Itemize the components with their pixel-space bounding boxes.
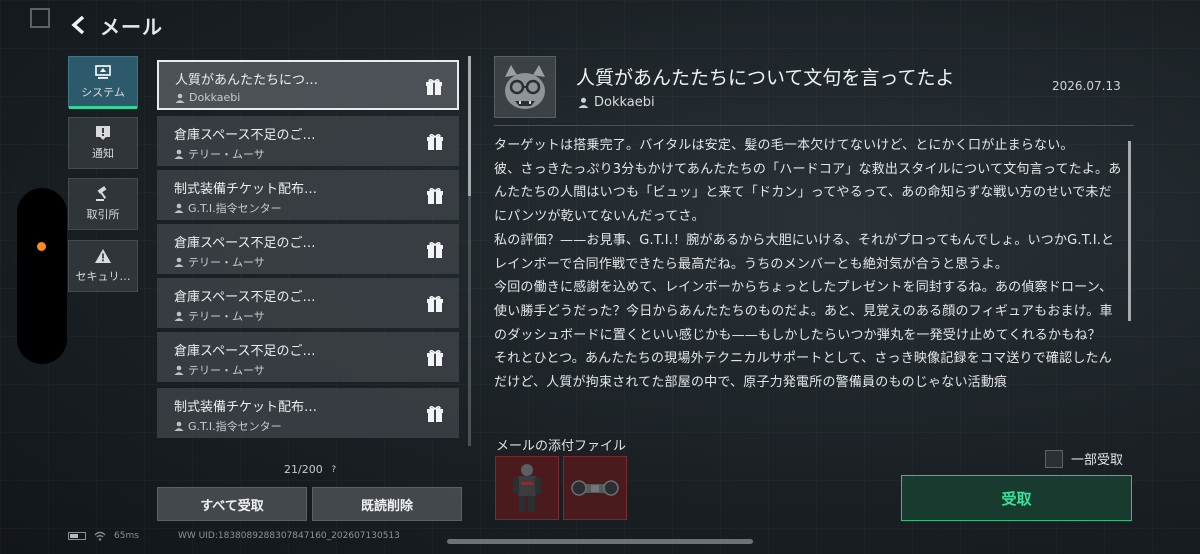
gift-icon bbox=[426, 78, 442, 95]
warning-icon bbox=[94, 248, 112, 264]
alert-icon bbox=[94, 125, 112, 141]
partial-claim-checkbox[interactable] bbox=[1045, 449, 1063, 468]
mail-subject: 制式装備チケット配布… bbox=[174, 182, 318, 197]
dokkaebi-avatar-icon bbox=[495, 57, 555, 117]
claim-all-button[interactable]: すべて受取 bbox=[157, 487, 307, 521]
gift-icon bbox=[427, 295, 443, 312]
divider bbox=[494, 125, 1134, 126]
mail-sender: G.T.I.指令センター bbox=[174, 200, 458, 216]
mail-detail-sender-name: Dokkaebi bbox=[594, 95, 655, 110]
mail-subject: 人質があんたたちにつ… bbox=[175, 73, 319, 88]
person-icon bbox=[175, 93, 185, 103]
delete-read-button[interactable]: 既読削除 bbox=[312, 487, 462, 521]
status-bar: 65ms bbox=[68, 531, 139, 541]
mail-count-value: 21/200 bbox=[284, 463, 323, 476]
person-icon bbox=[174, 149, 184, 159]
page-title: メール bbox=[100, 14, 163, 39]
home-indicator[interactable] bbox=[447, 539, 753, 544]
mail-sender-name: テリー・ムーサ bbox=[188, 148, 265, 161]
mail-sender-name: Dokkaebi bbox=[189, 91, 241, 104]
mail-subject: 倉庫スペース不足のご… bbox=[174, 290, 316, 305]
mail-detail-subject: 人質があんたたちについて文句を言ってたよ bbox=[576, 67, 955, 89]
person-icon bbox=[174, 311, 184, 321]
mail-sender: テリー・ムーサ bbox=[174, 254, 458, 270]
indicator-dot bbox=[37, 242, 46, 251]
tab-exchange-label: 取引所 bbox=[86, 208, 120, 221]
mail-body: ターゲットは搭乗完了。バイタルは安定、髪の毛一本欠けてないけど、とにかく口が止ま… bbox=[494, 138, 1122, 391]
mail-subject: 制式装備チケット配布… bbox=[174, 400, 318, 415]
tab-system-label: システム bbox=[81, 86, 125, 99]
mail-item[interactable]: 倉庫スペース不足のご… テリー・ムーサ bbox=[157, 278, 459, 328]
mail-item[interactable]: 制式装備チケット配布… G.T.I.指令センター bbox=[157, 170, 459, 220]
gift-icon bbox=[427, 405, 443, 422]
battery-icon bbox=[68, 532, 86, 540]
header: メール bbox=[68, 10, 163, 40]
tab-notice[interactable]: 通知 bbox=[68, 117, 138, 169]
corner-frame-icon bbox=[30, 8, 50, 28]
mail-sender-name: テリー・ムーサ bbox=[188, 364, 265, 377]
person-icon bbox=[174, 257, 184, 267]
tab-security[interactable]: セキュリ… bbox=[68, 240, 138, 292]
mail-subject: 倉庫スペース不足のご… bbox=[174, 344, 316, 359]
mail-item[interactable]: 倉庫スペース不足のご… テリー・ムーサ bbox=[157, 116, 459, 166]
mail-subject: 倉庫スペース不足のご… bbox=[174, 128, 316, 143]
ping-value: 65ms bbox=[114, 531, 139, 541]
mail-item[interactable]: 倉庫スペース不足のご… テリー・ムーサ bbox=[157, 224, 459, 274]
mail-detail-date: 2026.07.13 bbox=[1052, 79, 1121, 93]
mail-item[interactable]: 倉庫スペース不足のご… テリー・ムーサ bbox=[157, 332, 459, 382]
mail-count: 21/200 ? bbox=[284, 463, 339, 476]
partial-claim[interactable]: 一部受取 bbox=[1045, 449, 1123, 468]
tab-notice-label: 通知 bbox=[92, 147, 114, 160]
person-icon bbox=[174, 421, 184, 431]
side-handle[interactable] bbox=[17, 188, 67, 364]
body-scrollbar[interactable] bbox=[1128, 141, 1131, 321]
mail-sender-name: テリー・ムーサ bbox=[188, 256, 265, 269]
mail-sender-name: G.T.I.指令センター bbox=[188, 202, 282, 215]
person-icon bbox=[174, 365, 184, 375]
mail-body-scroll-area[interactable]: ターゲットは搭乗完了。バイタルは安定、髪の毛一本欠けてないけど、とにかく口が止ま… bbox=[494, 134, 1124, 418]
sender-avatar bbox=[494, 56, 556, 118]
attachment-item[interactable] bbox=[495, 456, 559, 520]
list-scrollbar[interactable] bbox=[468, 56, 471, 446]
mail-subject: 倉庫スペース不足のご… bbox=[174, 236, 316, 251]
tab-security-label: セキュリ… bbox=[75, 270, 131, 283]
drone-item-icon bbox=[571, 480, 619, 496]
mail-sender: テリー・ムーサ bbox=[174, 308, 458, 324]
list-scroll-thumb[interactable] bbox=[468, 56, 471, 196]
mail-sender: G.T.I.指令センター bbox=[174, 418, 458, 434]
figure-item-icon bbox=[513, 464, 541, 512]
chevron-left-icon[interactable] bbox=[68, 14, 90, 36]
mail-detail-sender: Dokkaebi bbox=[578, 95, 655, 110]
user-uid: WW UID:1838089288307847160_202607130513 bbox=[178, 531, 400, 541]
gavel-icon bbox=[94, 186, 112, 202]
gift-icon bbox=[427, 241, 443, 258]
attachment-item[interactable] bbox=[563, 456, 627, 520]
gift-icon bbox=[427, 133, 443, 150]
tab-system[interactable]: システム bbox=[68, 56, 138, 109]
mail-sender-name: テリー・ムーサ bbox=[188, 310, 265, 323]
mail-sender-name: G.T.I.指令センター bbox=[188, 420, 282, 433]
mail-sender: テリー・ムーサ bbox=[174, 146, 458, 162]
mail-item[interactable]: 人質があんたたちにつ… Dokkaebi bbox=[157, 60, 459, 110]
gift-icon bbox=[427, 187, 443, 204]
help-icon[interactable]: ? bbox=[329, 465, 339, 475]
mail-item[interactable]: 制式装備チケット配布… G.T.I.指令センター bbox=[157, 388, 459, 438]
system-icon bbox=[94, 64, 112, 80]
mail-sender: テリー・ムーサ bbox=[174, 362, 458, 378]
attachments-label: メールの添付ファイル bbox=[496, 439, 627, 454]
partial-claim-label: 一部受取 bbox=[1071, 453, 1124, 468]
gift-icon bbox=[427, 349, 443, 366]
claim-button[interactable]: 受取 bbox=[901, 475, 1132, 521]
mail-list: 人質があんたたちにつ… Dokkaebi 倉庫スペース不足のご… テリー・ムーサ… bbox=[157, 60, 459, 446]
person-icon bbox=[174, 203, 184, 213]
person-icon bbox=[578, 97, 589, 108]
wifi-icon bbox=[94, 531, 106, 541]
tab-exchange[interactable]: 取引所 bbox=[68, 178, 138, 230]
mail-sender: Dokkaebi bbox=[175, 91, 457, 104]
